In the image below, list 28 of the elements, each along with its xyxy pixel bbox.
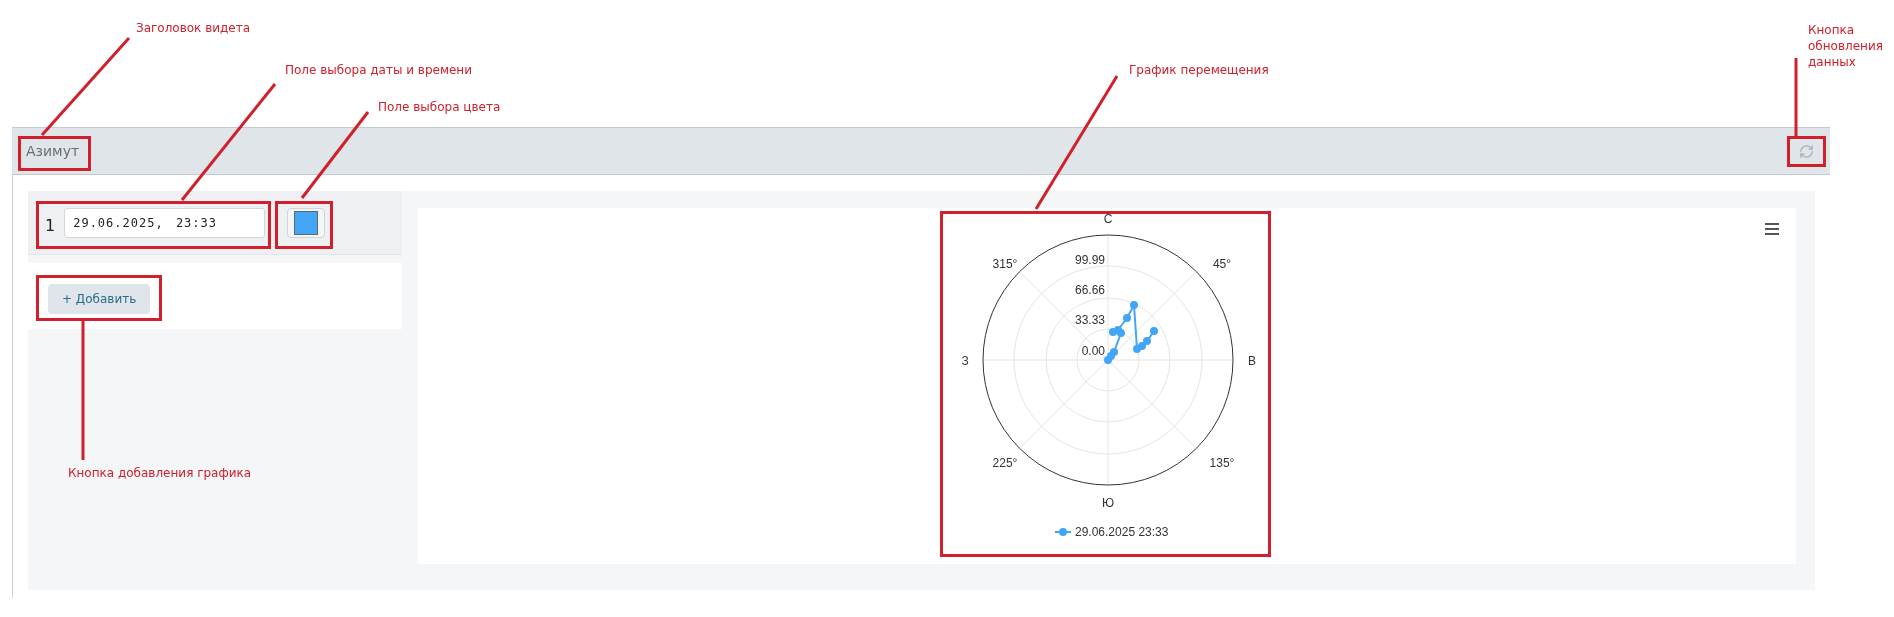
datetime-field[interactable]: 29.06.2025, 23:33 bbox=[64, 207, 266, 238]
add-button[interactable]: + Добавить bbox=[48, 284, 151, 314]
radial-tick-label: 66.66 bbox=[1074, 283, 1105, 297]
row-number: 1 bbox=[45, 215, 56, 235]
degree-label: 225° bbox=[992, 456, 1018, 470]
radial-tick-label: 0.00 bbox=[1081, 344, 1105, 358]
annotation-frame bbox=[275, 201, 333, 249]
menu-icon[interactable] bbox=[1765, 223, 1779, 235]
annotation-label: Заголовок видета bbox=[136, 20, 251, 36]
annotation-label: Кнопка обновления данных bbox=[1808, 22, 1884, 70]
legend-label[interactable]: 29.06.2025 23:33 bbox=[1075, 525, 1169, 539]
direction-label: З bbox=[961, 354, 969, 368]
degree-label: 135° bbox=[1209, 456, 1235, 470]
radial-tick-label: 99.99 bbox=[1074, 253, 1105, 267]
annotation-frame bbox=[1787, 136, 1826, 167]
color-picker[interactable] bbox=[287, 207, 326, 238]
annotation-label: Поле выбора даты и времени bbox=[285, 62, 472, 78]
direction-label: С bbox=[1103, 212, 1113, 226]
annotation-label: Поле выбора цвета bbox=[378, 99, 501, 115]
annotation-label: График перемещения bbox=[1129, 62, 1269, 78]
trace-line bbox=[1104, 301, 1158, 364]
degree-label: 315° bbox=[992, 257, 1018, 271]
direction-label: Ю bbox=[1101, 496, 1115, 510]
direction-label: В bbox=[1248, 354, 1256, 368]
annotation-label: Кнопка добавления графика bbox=[68, 465, 252, 481]
radial-tick-label: 33.33 bbox=[1074, 313, 1105, 327]
widget-title: Азимут bbox=[26, 143, 80, 159]
degree-label: 45° bbox=[1212, 257, 1232, 271]
